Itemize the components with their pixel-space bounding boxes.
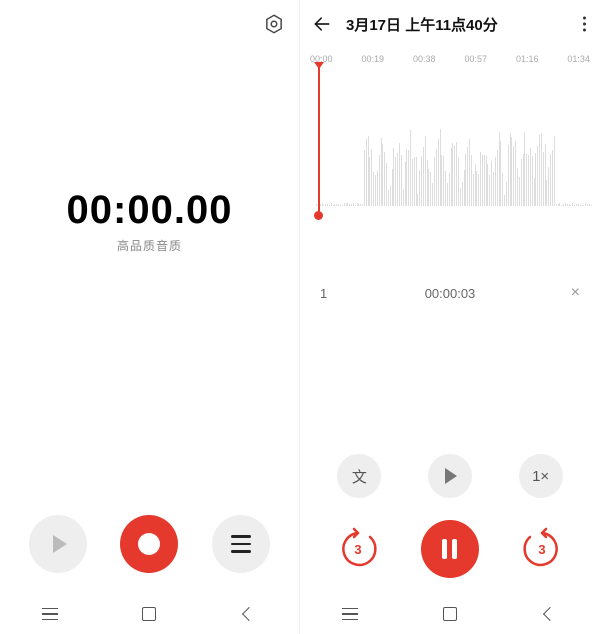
tick-label: 00:38 bbox=[413, 54, 436, 64]
playhead[interactable] bbox=[318, 64, 320, 216]
tick-label: 01:34 bbox=[567, 54, 590, 64]
nav-home-button[interactable] bbox=[137, 602, 161, 626]
pause-button[interactable] bbox=[421, 520, 479, 578]
mark-time: 00:00:03 bbox=[356, 286, 544, 301]
list-button[interactable] bbox=[212, 515, 270, 573]
more-button[interactable] bbox=[583, 17, 586, 32]
pause-icon bbox=[442, 539, 447, 559]
quality-label: 高品质音质 bbox=[117, 237, 182, 254]
time-ticks: 00:00 00:19 00:38 00:57 01:16 01:34 bbox=[308, 54, 592, 68]
play-button-secondary[interactable] bbox=[428, 454, 472, 498]
recorder-controls bbox=[0, 494, 299, 594]
mark-delete-button[interactable]: × bbox=[544, 284, 580, 302]
back-icon bbox=[543, 607, 557, 621]
back-button[interactable] bbox=[312, 14, 332, 34]
skip-back-button[interactable]: 3 bbox=[332, 523, 384, 575]
speed-button[interactable]: 1× bbox=[519, 454, 563, 498]
list-icon bbox=[231, 535, 251, 553]
waveform-bars bbox=[316, 86, 592, 206]
svg-text:3: 3 bbox=[538, 542, 545, 557]
nav-back-button[interactable] bbox=[237, 602, 261, 626]
waveform-area[interactable]: 00:00 00:19 00:38 00:57 01:16 01:34 bbox=[300, 48, 600, 228]
nav-home-button[interactable] bbox=[438, 602, 462, 626]
recents-icon bbox=[342, 608, 358, 621]
recording-title: 3月17日 上午11点40分 bbox=[346, 14, 498, 35]
mark-index: 1 bbox=[320, 286, 356, 301]
recorder-timer: 00:00.00 bbox=[67, 188, 233, 233]
back-icon bbox=[242, 607, 256, 621]
home-icon bbox=[443, 607, 457, 621]
tick-label: 00:57 bbox=[464, 54, 487, 64]
recents-icon bbox=[42, 608, 58, 621]
nav-back-button[interactable] bbox=[538, 602, 562, 626]
record-button[interactable] bbox=[120, 515, 178, 573]
play-button[interactable] bbox=[29, 515, 87, 573]
play-icon bbox=[445, 468, 457, 484]
playback-header: 3月17日 上午11点40分 bbox=[300, 0, 600, 48]
nav-recents-button[interactable] bbox=[38, 602, 62, 626]
secondary-controls: 文 1× bbox=[300, 448, 600, 504]
play-icon bbox=[53, 535, 67, 553]
tick-label: 01:16 bbox=[516, 54, 539, 64]
tick-label: 00:19 bbox=[361, 54, 384, 64]
pause-icon bbox=[452, 539, 457, 559]
settings-icon[interactable] bbox=[263, 13, 285, 35]
record-icon bbox=[138, 533, 160, 555]
mark-row[interactable]: 1 00:00:03 × bbox=[300, 268, 600, 318]
playback-controls: 3 3 bbox=[300, 504, 600, 594]
system-navbar-right bbox=[300, 594, 600, 634]
system-navbar-left bbox=[0, 594, 299, 634]
nav-recents-button[interactable] bbox=[338, 602, 362, 626]
svg-text:3: 3 bbox=[355, 542, 362, 557]
skip-forward-button[interactable]: 3 bbox=[516, 523, 568, 575]
transcribe-button[interactable]: 文 bbox=[337, 454, 381, 498]
home-icon bbox=[142, 607, 156, 621]
